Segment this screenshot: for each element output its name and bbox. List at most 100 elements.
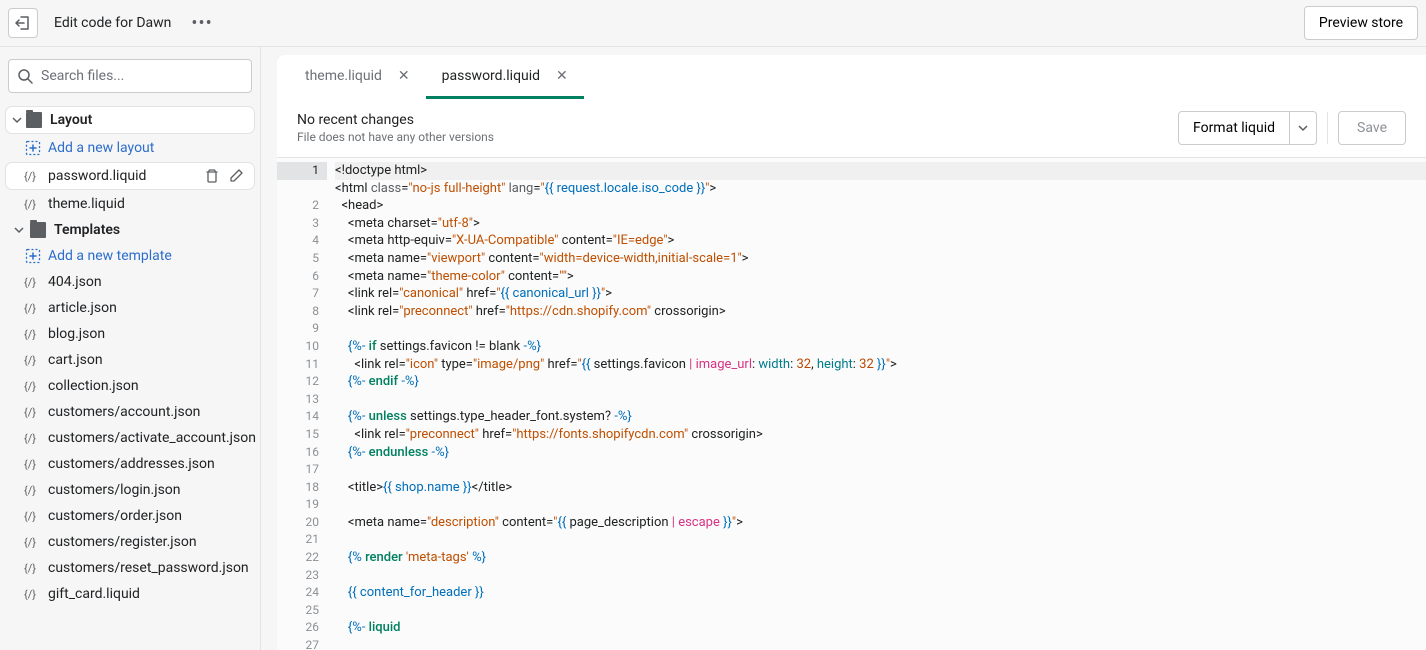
file-customers-addresses-json[interactable]: {/} customers/addresses.json	[0, 451, 260, 477]
svg-text:{/}: {/}	[24, 170, 36, 183]
caret-down-icon	[10, 113, 24, 127]
search-input[interactable]: Search files...	[8, 59, 252, 93]
file-collection-json[interactable]: {/} collection.json	[0, 373, 260, 399]
svg-text:{/}: {/}	[24, 302, 36, 315]
folder-layout[interactable]: Layout	[6, 107, 254, 133]
liquid-file-icon: {/}	[24, 378, 42, 394]
file-article-json[interactable]: {/} article.json	[0, 295, 260, 321]
folder-icon	[30, 222, 46, 238]
file-password-liquid[interactable]: {/} password.liquid	[6, 163, 254, 189]
file-customers-account-json[interactable]: {/} customers/account.json	[0, 399, 260, 425]
svg-text:{/}: {/}	[24, 588, 36, 601]
svg-text:{/}: {/}	[24, 406, 36, 419]
liquid-file-icon: {/}	[24, 456, 42, 472]
tabs: theme.liquid ✕ password.liquid ✕	[277, 55, 1426, 99]
liquid-file-icon: {/}	[24, 168, 42, 184]
add-icon	[24, 140, 42, 156]
file-label: 404.json	[48, 274, 102, 290]
liquid-file-icon: {/}	[24, 560, 42, 576]
file-status-sub: File does not have any other versions	[297, 130, 494, 144]
folder-label: Templates	[54, 222, 120, 238]
delete-icon[interactable]	[204, 168, 220, 184]
page-title: Edit code for Dawn	[54, 15, 171, 31]
chevron-down-icon	[1298, 123, 1308, 133]
search-icon	[17, 68, 33, 84]
topbar: Edit code for Dawn ••• Preview store	[0, 0, 1426, 47]
add-icon	[24, 248, 42, 264]
tab-label: theme.liquid	[305, 68, 382, 84]
format-liquid-button[interactable]: Format liquid	[1178, 111, 1290, 145]
file-label: password.liquid	[48, 168, 146, 184]
code-editor[interactable]: 1 2 3 4 5 6 7 8 9 10 11 12 13 14 15 16 1…	[277, 158, 1426, 650]
save-button[interactable]: Save	[1338, 111, 1406, 145]
file-label: blog.json	[48, 326, 105, 342]
svg-text:{/}: {/}	[24, 536, 36, 549]
liquid-file-icon: {/}	[24, 300, 42, 316]
exit-button[interactable]	[8, 8, 38, 38]
liquid-file-icon: {/}	[24, 326, 42, 342]
exit-icon	[15, 15, 31, 31]
liquid-file-icon: {/}	[24, 404, 42, 420]
sidebar: Search files... Layout Add a new layout …	[0, 47, 261, 650]
preview-store-button[interactable]: Preview store	[1304, 6, 1418, 40]
file-customers-activate_account-json[interactable]: {/} customers/activate_account.json	[0, 425, 260, 451]
add-template-label: Add a new template	[48, 248, 172, 264]
file-label: customers/addresses.json	[48, 456, 215, 472]
code-area[interactable]: <!doctype html> <html class="no-js full-…	[327, 158, 1426, 650]
file-label: cart.json	[48, 352, 103, 368]
liquid-file-icon: {/}	[24, 196, 42, 212]
file-customers-register-json[interactable]: {/}customers/register.json	[0, 529, 260, 555]
format-dropdown-button[interactable]	[1290, 111, 1317, 145]
liquid-file-icon: {/}	[24, 274, 42, 290]
tab-theme-liquid[interactable]: theme.liquid ✕	[289, 56, 426, 99]
svg-text:{/}: {/}	[24, 510, 36, 523]
file-label: customers/reset_password.json	[48, 560, 249, 576]
file-label: gift_card.liquid	[48, 586, 140, 602]
add-layout-label: Add a new layout	[48, 140, 154, 156]
folder-templates[interactable]: Templates	[0, 217, 260, 243]
file-label: collection.json	[48, 378, 139, 394]
file-cart-json[interactable]: {/} cart.json	[0, 347, 260, 373]
file-label: customers/order.json	[48, 508, 182, 524]
edit-icon[interactable]	[228, 168, 244, 184]
svg-text:{/}: {/}	[24, 276, 36, 289]
folder-label: Layout	[50, 112, 92, 128]
add-new-template[interactable]: Add a new template	[0, 243, 260, 269]
file-tree: Layout Add a new layout {/} password.liq…	[0, 105, 260, 650]
file-blog-json[interactable]: {/} blog.json	[0, 321, 260, 347]
file-404-json[interactable]: {/} 404.json	[0, 269, 260, 295]
liquid-file-icon: {/}	[24, 586, 42, 602]
liquid-file-icon: {/}	[24, 430, 42, 446]
close-icon[interactable]: ✕	[398, 68, 410, 84]
file-theme-liquid[interactable]: {/} theme.liquid	[0, 191, 260, 217]
file-customers-reset_password-json[interactable]: {/} customers/reset_password.json	[0, 555, 260, 581]
svg-text:{/}: {/}	[24, 432, 36, 445]
liquid-file-icon: {/}	[24, 352, 42, 368]
file-status-title: No recent changes	[297, 112, 494, 128]
folder-icon	[26, 112, 42, 128]
svg-text:{/}: {/}	[24, 354, 36, 367]
tab-password-liquid[interactable]: password.liquid ✕	[426, 56, 584, 99]
editor-content: theme.liquid ✕ password.liquid ✕ No rece…	[277, 55, 1426, 650]
file-label: customers/login.json	[48, 482, 181, 498]
more-menu-icon[interactable]: •••	[191, 13, 212, 34]
svg-text:{/}: {/}	[24, 458, 36, 471]
file-gift_card-liquid[interactable]: {/} gift_card.liquid	[0, 581, 260, 607]
file-customers-order-json[interactable]: {/} customers/order.json	[0, 503, 260, 529]
liquid-file-icon: {/}	[24, 534, 42, 550]
tab-label: password.liquid	[442, 68, 540, 84]
file-label: customers/account.json	[48, 404, 200, 420]
close-icon[interactable]: ✕	[556, 68, 568, 84]
file-label: article.json	[48, 300, 117, 316]
svg-text:{/}: {/}	[24, 484, 36, 497]
search-placeholder: Search files...	[41, 68, 124, 84]
add-new-layout[interactable]: Add a new layout	[0, 135, 260, 161]
file-customers-login-json[interactable]: {/} customers/login.json	[0, 477, 260, 503]
line-gutter: 1 2 3 4 5 6 7 8 9 10 11 12 13 14 15 16 1…	[277, 158, 327, 650]
file-label: customers/activate_account.json	[48, 430, 256, 446]
svg-text:{/}: {/}	[24, 198, 36, 211]
file-info-bar: No recent changes File does not have any…	[277, 99, 1426, 158]
caret-down-icon	[12, 223, 26, 237]
liquid-file-icon: {/}	[24, 508, 42, 524]
svg-text:{/}: {/}	[24, 562, 36, 575]
